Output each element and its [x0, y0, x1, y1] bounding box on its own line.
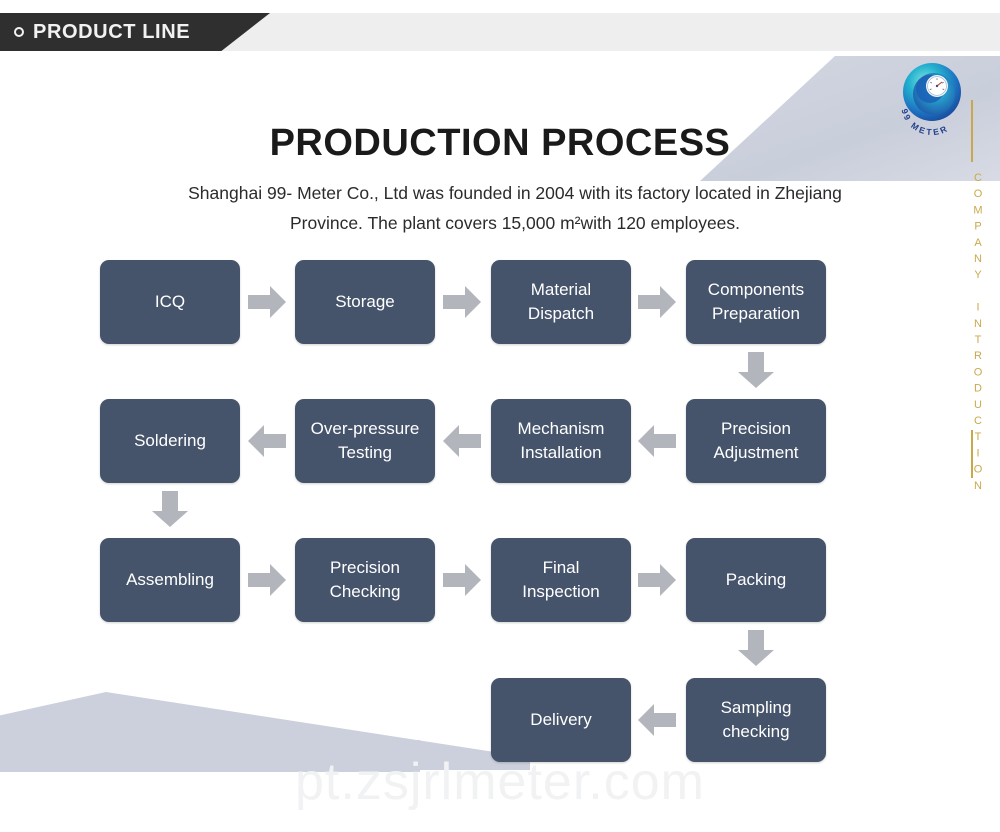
step-label-line2: Checking	[329, 582, 401, 601]
process-step-packing[interactable]: Packing	[686, 538, 826, 622]
step-label: Soldering	[134, 431, 206, 450]
step-label-line2: Dispatch	[527, 304, 595, 323]
process-step-precision-checking[interactable]: Precision Checking	[295, 538, 435, 622]
step-label-line2: Testing	[338, 443, 392, 462]
arrow-down-3	[738, 630, 774, 666]
process-step-icq[interactable]: ICQ	[100, 260, 240, 344]
step-label-line1: Precision	[330, 558, 400, 577]
arrow-down-1	[738, 352, 774, 388]
step-label-line2: Installation	[520, 443, 602, 462]
process-step-storage[interactable]: Storage	[295, 260, 435, 344]
process-step-assembling[interactable]: Assembling	[100, 538, 240, 622]
step-label-line2: Adjustment	[713, 443, 799, 462]
step-label-line1: Final	[542, 558, 580, 577]
process-step-components-preparation[interactable]: Components Preparation	[686, 260, 826, 344]
process-step-soldering[interactable]: Soldering	[100, 399, 240, 483]
step-label: ICQ	[154, 292, 186, 311]
step-label: Sampling checking	[721, 696, 792, 744]
step-label: Over-pressure Testing	[311, 417, 420, 465]
process-step-sampling-checking[interactable]: Sampling checking	[686, 678, 826, 762]
arrow-down-2	[152, 491, 188, 527]
arrow-right-6	[638, 564, 676, 596]
step-label-line1: Material	[530, 280, 592, 299]
step-label: Material Dispatch	[528, 278, 594, 326]
arrow-left-1	[638, 425, 676, 457]
process-step-final-inspection[interactable]: Final Inspection	[491, 538, 631, 622]
arrow-left-4	[638, 704, 676, 736]
step-label-line1: Components	[707, 280, 805, 299]
arrow-right-1	[248, 286, 286, 318]
step-label-line2: Preparation	[712, 304, 800, 323]
production-process-flowchart: ICQ Storage Material Dispatch Components…	[0, 0, 1000, 832]
step-label: Storage	[335, 292, 395, 311]
process-step-over-pressure-testing[interactable]: Over-pressure Testing	[295, 399, 435, 483]
arrow-right-2	[443, 286, 481, 318]
step-label: Mechanism Installation	[518, 417, 605, 465]
step-label: Assembling	[126, 570, 214, 589]
step-label-line2: checking	[722, 722, 790, 741]
process-step-delivery[interactable]: Delivery	[491, 678, 631, 762]
step-label-line1: Precision	[721, 419, 791, 438]
step-label: Final Inspection	[522, 556, 600, 604]
process-step-mechanism-installation[interactable]: Mechanism Installation	[491, 399, 631, 483]
arrow-right-4	[248, 564, 286, 596]
arrow-right-5	[443, 564, 481, 596]
process-step-precision-adjustment[interactable]: Precision Adjustment	[686, 399, 826, 483]
step-label-line2: Inspection	[522, 582, 600, 601]
step-label: Components Preparation	[708, 278, 804, 326]
step-label: Packing	[725, 570, 787, 589]
step-label: Delivery	[530, 710, 592, 729]
process-step-material-dispatch[interactable]: Material Dispatch	[491, 260, 631, 344]
arrow-left-2	[443, 425, 481, 457]
step-label-line1: Sampling	[720, 698, 792, 717]
step-label-line1: Over-pressure	[310, 419, 420, 438]
site-watermark: pt.zsjrlmeter.com	[295, 753, 705, 811]
step-label: Precision Adjustment	[713, 417, 798, 465]
step-label: Precision Checking	[330, 556, 401, 604]
arrow-right-3	[638, 286, 676, 318]
arrow-left-3	[248, 425, 286, 457]
step-label-line1: Mechanism	[517, 419, 605, 438]
